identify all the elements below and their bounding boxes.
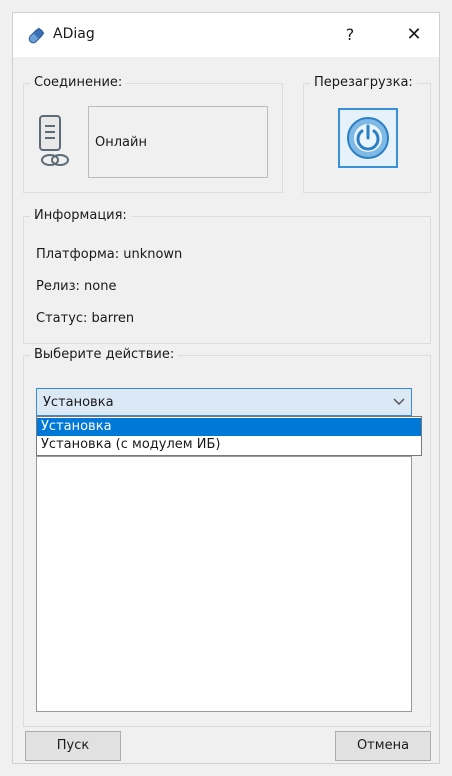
start-button[interactable]: Пуск [25, 731, 121, 761]
window-title: ADiag [53, 26, 95, 42]
release-text: Релиз: none [36, 279, 117, 294]
cancel-button[interactable]: Отмена [335, 731, 431, 761]
status-text: Статус: barren [36, 311, 135, 326]
power-icon [347, 117, 389, 159]
reboot-group: Перезагрузка: [303, 75, 431, 193]
action-select-value: Установка [43, 395, 114, 410]
title-bar: ADiag ? ✕ [13, 13, 439, 57]
reboot-legend: Перезагрузка: [310, 75, 417, 90]
action-select[interactable]: Установка [36, 388, 412, 416]
dropdown-option[interactable]: Установка (с модулем ИБ) [37, 436, 421, 454]
adiag-dialog: ADiag ? ✕ Соединение: Онлайн Перезагрузк… [12, 12, 440, 764]
action-legend: Выберите действие: [30, 347, 179, 362]
connection-group: Соединение: Онлайн [23, 75, 283, 193]
connection-status-box: Онлайн [88, 106, 268, 178]
info-legend: Информация: [30, 208, 131, 223]
platform-text: Платформа: unknown [36, 247, 183, 262]
help-button[interactable]: ? [335, 23, 365, 47]
action-group: Выберите действие: Установка Установка У… [23, 347, 431, 727]
dropdown-option[interactable]: Установка [37, 418, 421, 436]
connection-legend: Соединение: [30, 75, 127, 90]
connection-status: Онлайн [95, 135, 147, 150]
chevron-down-icon[interactable] [393, 398, 405, 406]
app-capsule-icon [28, 27, 45, 44]
server-link-icon [39, 115, 69, 166]
action-details-area [36, 456, 412, 712]
info-group: Информация: Платформа: unknown Релиз: no… [23, 208, 431, 344]
reboot-button[interactable] [338, 108, 398, 168]
action-dropdown-list: Установка Установка (с модулем ИБ) [36, 416, 422, 456]
close-button[interactable]: ✕ [399, 23, 429, 47]
